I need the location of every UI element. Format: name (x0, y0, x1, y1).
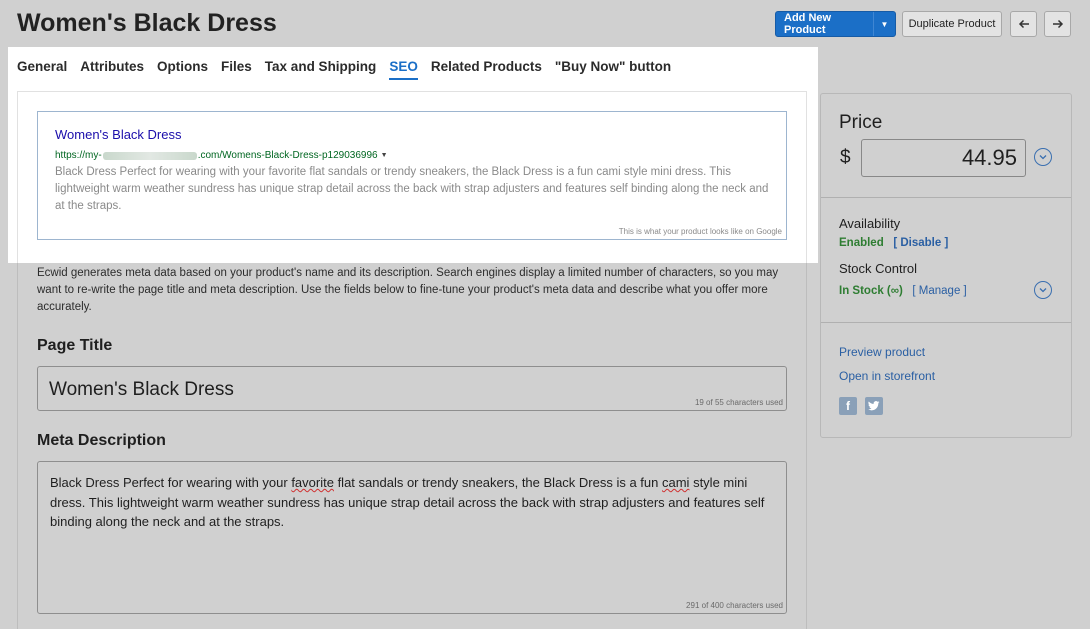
tab-options[interactable]: Options (157, 59, 208, 80)
chevron-down-icon[interactable]: ▼ (873, 12, 895, 36)
tab-related-products[interactable]: Related Products (431, 59, 542, 80)
tab-buy-now-button[interactable]: "Buy Now" button (555, 59, 671, 80)
page-title-input[interactable]: Women's Black Dress 19 of 55 characters … (37, 366, 787, 411)
google-preview: Women's Black Dress https://my- .com/Wom… (37, 111, 787, 240)
open-in-storefront-link[interactable]: Open in storefront (839, 369, 935, 383)
divider (821, 322, 1071, 323)
availability-status: Enabled [ Disable ] (839, 237, 948, 249)
page-title-value: Women's Black Dress (49, 379, 234, 400)
page-title-label: Page Title (37, 337, 113, 354)
stock-control-label: Stock Control (839, 261, 918, 276)
price-label: Price (839, 112, 883, 133)
add-new-product-button[interactable]: Add New Product ▼ (775, 11, 896, 37)
chevron-down-circle-icon[interactable] (1034, 281, 1052, 299)
meta-description-value: Black Dress Perfect for wearing with you… (50, 475, 765, 529)
next-product-button[interactable] (1044, 11, 1071, 37)
caret-down-icon: ▼ (380, 152, 388, 159)
stock-status: In Stock (∞) [ Manage ] (839, 285, 967, 297)
tab-seo[interactable]: SEO (389, 59, 418, 80)
product-tabs: General Attributes Options Files Tax and… (17, 59, 684, 80)
meta-description-label: Meta Description (37, 432, 166, 449)
meta-description-input[interactable]: Black Dress Perfect for wearing with you… (37, 461, 787, 614)
price-input[interactable]: 44.95 (861, 139, 1026, 177)
google-preview-title: Women's Black Dress (55, 127, 182, 142)
availability-enabled: Enabled (839, 237, 884, 249)
previous-product-button[interactable] (1010, 11, 1037, 37)
arrow-left-icon (1018, 19, 1029, 29)
duplicate-product-button[interactable]: Duplicate Product (902, 11, 1002, 37)
twitter-icon[interactable] (865, 397, 883, 415)
tab-attributes[interactable]: Attributes (80, 59, 144, 80)
page-title: Women's Black Dress (17, 9, 277, 37)
tab-files[interactable]: Files (221, 59, 252, 80)
add-new-product-label: Add New Product (784, 12, 832, 36)
currency-symbol: $ (840, 147, 851, 168)
url-suffix: .com/Womens-Black-Dress-p129036996 (197, 150, 378, 161)
facebook-icon[interactable]: f (839, 397, 857, 415)
manage-stock-link[interactable]: [ Manage ] (912, 285, 966, 297)
tab-tax-and-shipping[interactable]: Tax and Shipping (265, 59, 377, 80)
google-preview-note: This is what your product looks like on … (618, 227, 782, 236)
disable-link[interactable]: [ Disable ] (893, 237, 948, 249)
arrow-right-icon (1052, 19, 1063, 29)
google-preview-url: https://my- .com/Womens-Black-Dress-p129… (55, 150, 388, 161)
in-stock-text: In Stock (∞) (839, 285, 903, 297)
meta-description-counter: 291 of 400 characters used (686, 601, 783, 610)
seo-info-text: Ecwid generates meta data based on your … (37, 267, 779, 313)
page-title-counter: 19 of 55 characters used (694, 398, 783, 407)
url-prefix: https://my- (55, 150, 102, 161)
google-preview-description: Black Dress Perfect for wearing with you… (55, 166, 769, 212)
availability-label: Availability (839, 216, 901, 231)
divider (821, 197, 1071, 198)
tab-general[interactable]: General (17, 59, 67, 80)
preview-product-link[interactable]: Preview product (839, 345, 925, 359)
blurred-domain (102, 151, 197, 160)
chevron-down-circle-icon[interactable] (1034, 148, 1052, 166)
